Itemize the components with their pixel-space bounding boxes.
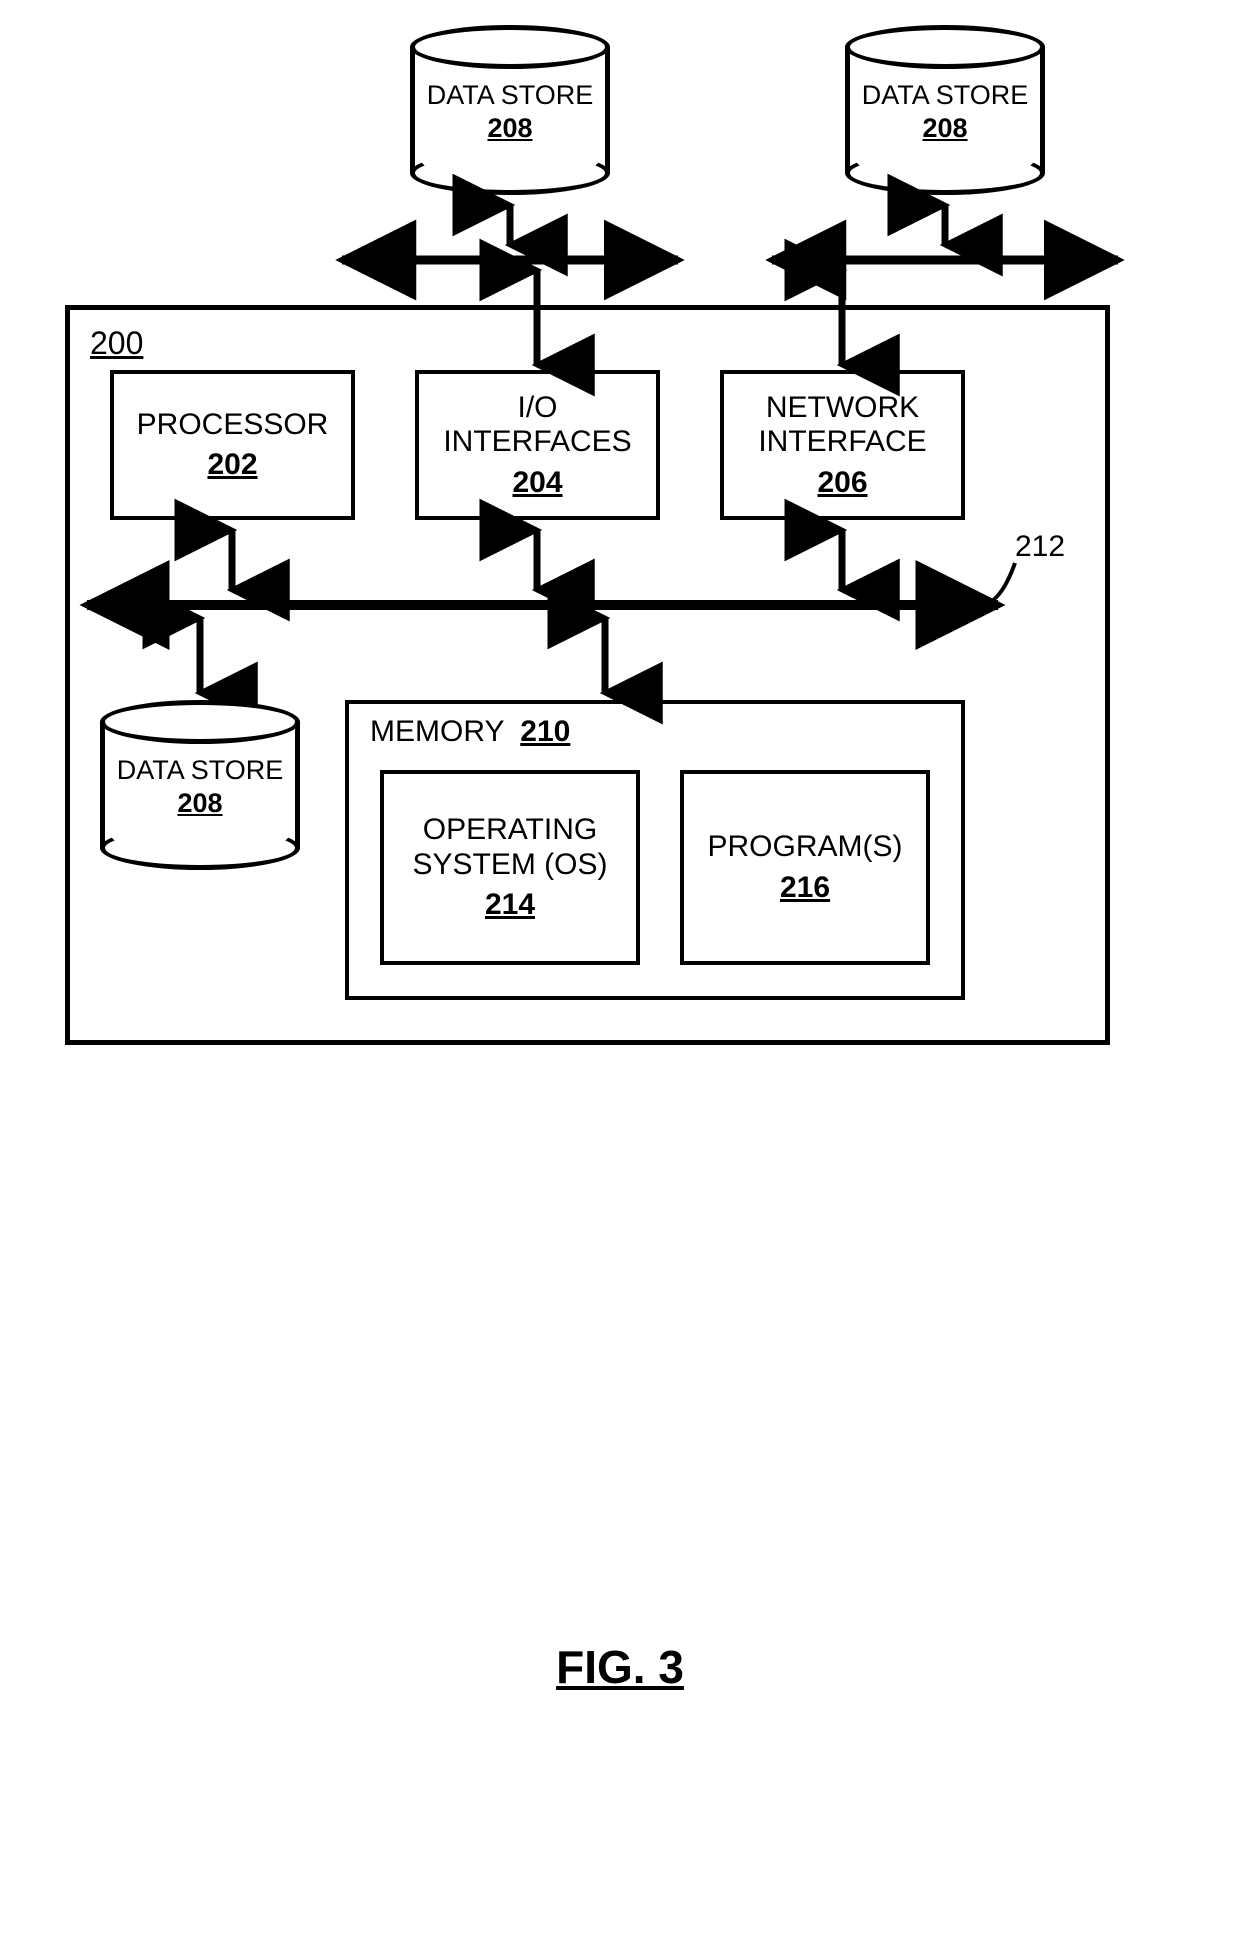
arrow-cyl-tl-to-bus xyxy=(500,195,520,255)
memory-title: MEMORY 210 xyxy=(370,715,570,749)
network-interface-box: NETWORK INTERFACE 206 xyxy=(720,370,965,520)
network-interface-ref: 206 xyxy=(817,466,867,500)
programs-ref: 216 xyxy=(780,871,830,905)
processor-ref: 202 xyxy=(207,448,257,482)
data-store-cyl-internal: DATA STORE 208 xyxy=(100,700,300,870)
programs-box: PROGRAM(S) 216 xyxy=(680,770,930,965)
bus-212-leader xyxy=(975,555,1035,610)
arrow-bus-memory xyxy=(595,608,615,703)
data-store-ref: 208 xyxy=(410,113,610,144)
arrow-net-bus xyxy=(832,520,852,600)
arrow-extbus-to-net xyxy=(832,260,852,375)
data-store-cyl-top-right: DATA STORE 208 xyxy=(845,25,1045,195)
processor-label: PROCESSOR xyxy=(137,408,329,443)
os-ref: 214 xyxy=(485,888,535,922)
io-interfaces-box: I/O INTERFACES 204 xyxy=(415,370,660,520)
data-store-cyl-top-left: DATA STORE 208 xyxy=(410,25,610,195)
data-store-ref: 208 xyxy=(845,113,1045,144)
arrow-bus-ds xyxy=(190,608,210,703)
os-label: OPERATING SYSTEM (OS) xyxy=(412,813,607,882)
network-interface-label: NETWORK INTERFACE xyxy=(758,391,926,460)
io-interfaces-ref: 204 xyxy=(512,466,562,500)
diagram-canvas: 200 DATA STORE 208 DATA STORE 208 PROCES… xyxy=(0,0,1240,1954)
memory-ref: 210 xyxy=(520,715,570,748)
processor-box: PROCESSOR 202 xyxy=(110,370,355,520)
arrow-proc-bus xyxy=(222,520,242,600)
arrow-io-bus xyxy=(527,520,547,600)
data-store-ref: 208 xyxy=(100,788,300,819)
io-interfaces-label: I/O INTERFACES xyxy=(443,391,631,460)
memory-title-text: MEMORY xyxy=(370,715,504,748)
system-ref-label: 200 xyxy=(90,325,143,362)
data-store-label: DATA STORE xyxy=(862,80,1029,110)
figure-label: FIG. 3 xyxy=(556,1640,684,1694)
os-box: OPERATING SYSTEM (OS) 214 xyxy=(380,770,640,965)
arrow-cyl-tr-to-bus xyxy=(935,195,955,255)
programs-label: PROGRAM(S) xyxy=(708,830,903,865)
arrow-extbus-to-io xyxy=(527,260,547,375)
data-store-label: DATA STORE xyxy=(427,80,594,110)
data-store-label: DATA STORE xyxy=(117,755,284,785)
